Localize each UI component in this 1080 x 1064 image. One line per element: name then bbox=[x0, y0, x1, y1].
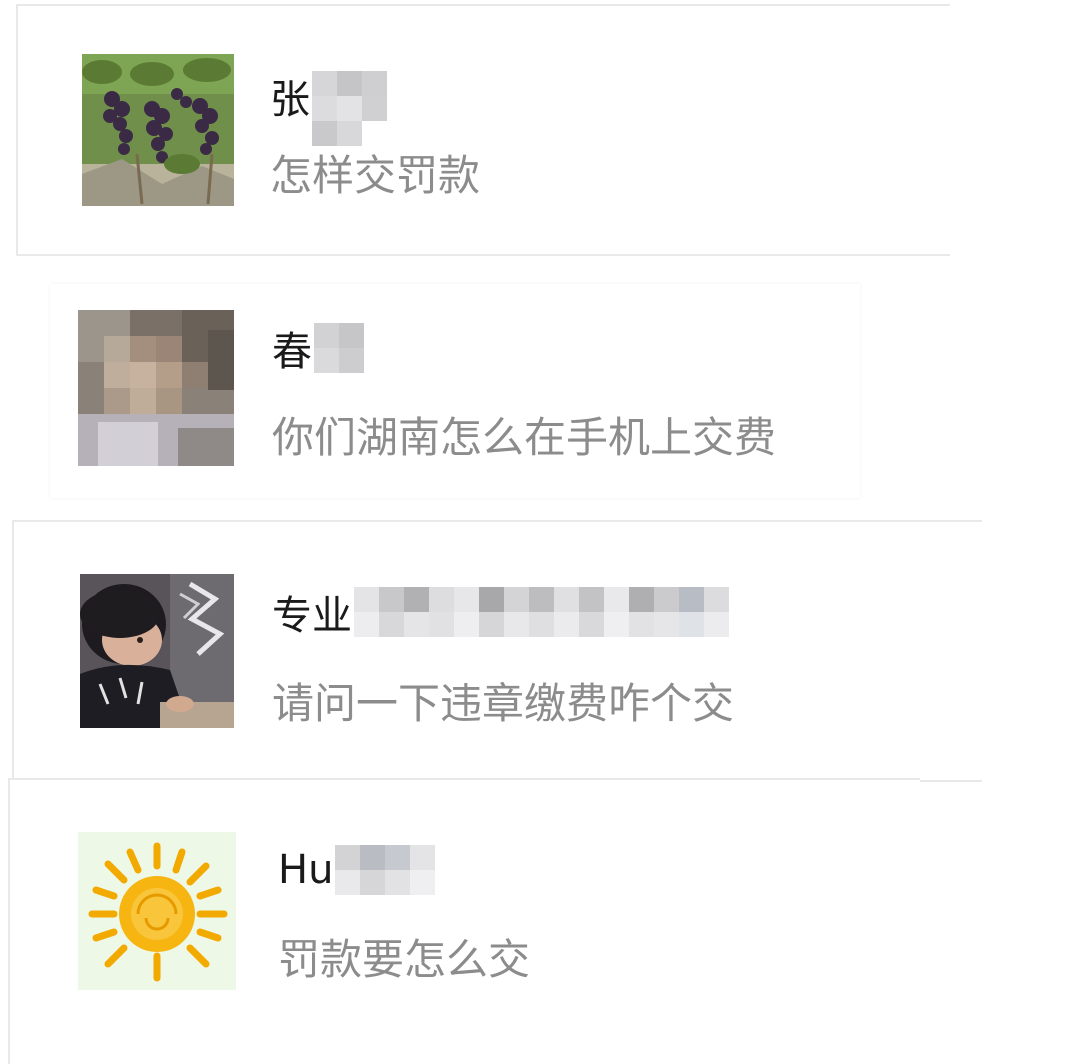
blurred-name-mosaic bbox=[335, 845, 436, 895]
grapes-photo-avatar[interactable] bbox=[82, 54, 234, 206]
comment-message: 罚款要怎么交 bbox=[278, 935, 531, 984]
comment-message: 怎样交罚款 bbox=[270, 151, 481, 200]
commenter-name-text: Hu bbox=[278, 847, 334, 893]
comment-message: 你们湖南怎么在手机上交费 bbox=[272, 413, 777, 462]
commenter-name: 张 bbox=[270, 70, 410, 146]
blurred-name-mosaic bbox=[314, 323, 364, 373]
commenter-name: 专业 bbox=[272, 586, 744, 639]
child-photo-avatar[interactable] bbox=[80, 574, 234, 728]
comment-card[interactable]: Hu 罚款要怎么交 bbox=[8, 778, 920, 1064]
commenter-name: Hu bbox=[278, 844, 436, 896]
comment-card[interactable]: 张 怎样交罚款 bbox=[16, 4, 950, 256]
commenter-name: 春 bbox=[272, 322, 364, 375]
comment-card[interactable]: 春 你们湖南怎么在手机上交费 bbox=[50, 284, 860, 498]
commenter-name-text: 春 bbox=[272, 329, 312, 375]
blurred-person-avatar[interactable] bbox=[78, 310, 234, 466]
sun-drawing-avatar[interactable] bbox=[78, 832, 236, 990]
commenter-name-text: 张 bbox=[270, 77, 310, 123]
blurred-name-mosaic bbox=[354, 587, 744, 637]
comment-card[interactable]: 专业 请问一下违章缴费咋个交 bbox=[12, 520, 982, 782]
blurred-name-mosaic bbox=[312, 71, 410, 146]
comment-message: 请问一下违章缴费咋个交 bbox=[272, 679, 735, 728]
commenter-name-text: 专业 bbox=[272, 593, 352, 639]
